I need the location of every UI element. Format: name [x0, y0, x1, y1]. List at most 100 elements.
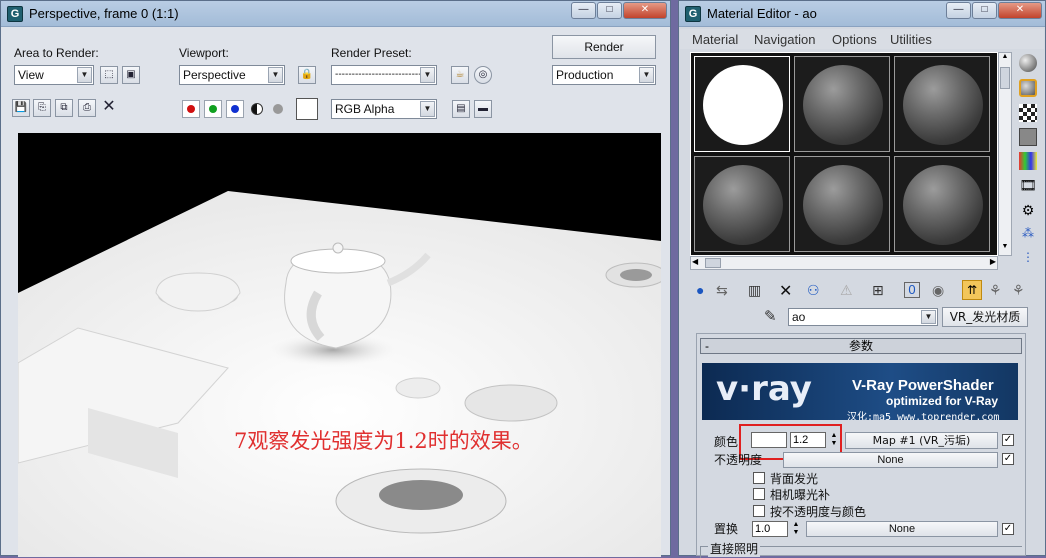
scroll-thumb[interactable] — [1000, 67, 1010, 89]
pick-material-icon[interactable]: ✎ — [764, 307, 777, 325]
render-frame-title: Perspective, frame 0 (1:1) — [29, 6, 179, 21]
render-button[interactable]: Render — [552, 35, 656, 59]
clone-icon[interactable]: ⧉ — [55, 99, 73, 117]
slots-horizontal-scrollbar[interactable]: ◀ ▶ — [690, 256, 998, 270]
blue-channel-toggle[interactable] — [226, 100, 244, 118]
options-icon[interactable]: ⚙ — [1019, 202, 1037, 220]
alpha-channel-icon[interactable] — [251, 103, 263, 115]
chevron-down-icon: ▼ — [268, 67, 283, 83]
green-channel-toggle[interactable] — [204, 100, 222, 118]
slots-vertical-scrollbar[interactable]: ▲ ▼ — [998, 52, 1012, 256]
render-frame-window: G Perspective, frame 0 (1:1) — □ ✕ Area … — [0, 0, 671, 557]
material-editor-menubar: Material Navigation Options Utilities — [680, 29, 1044, 49]
background-checker-icon[interactable] — [1019, 104, 1037, 122]
material-map-navigator-icon[interactable]: ⋮ — [1019, 250, 1037, 268]
close-button[interactable]: ✕ — [998, 2, 1042, 19]
menu-options[interactable]: Options — [832, 32, 877, 47]
material-editor-title: Material Editor - ao — [707, 6, 817, 21]
sample-slot-6[interactable] — [894, 156, 990, 252]
print-icon[interactable]: ⎙ — [78, 99, 96, 117]
viewport-label: Viewport: — [179, 46, 229, 60]
render-setup-icon[interactable]: ☕ — [451, 66, 469, 84]
color-swatch[interactable] — [296, 98, 318, 120]
sample-slot-3[interactable] — [894, 56, 990, 152]
close-button[interactable]: ✕ — [623, 2, 667, 19]
scroll-thumb[interactable] — [705, 258, 721, 268]
display-channel-select[interactable]: RGB Alpha ▼ — [331, 99, 437, 119]
make-preview-icon[interactable]: 🎞 — [1019, 177, 1037, 195]
material-editor-titlebar[interactable]: G Material Editor - ao — □ ✕ — [679, 1, 1045, 27]
assign-to-selection-icon[interactable]: ▥ — [748, 282, 761, 299]
backside-emit-checkbox[interactable] — [753, 472, 765, 484]
environment-icon[interactable]: ◎ — [474, 66, 492, 84]
displace-amount-field[interactable]: 1.0 — [752, 521, 788, 537]
sample-slot-5[interactable] — [794, 156, 890, 252]
copy-icon[interactable]: ⎘ — [33, 99, 51, 117]
reset-map-icon[interactable]: ✕ — [779, 281, 792, 301]
material-toolbar: ● ⇆ ▥ ✕ ⚇ ⚠ ⊞ 0 ◉ ⇈ ⚘ ⚘ — [692, 280, 1032, 301]
material-effects-channel-icon[interactable]: ⊞ — [872, 282, 884, 299]
put-to-library-icon[interactable]: ⚠ — [840, 282, 853, 299]
minimize-button[interactable]: — — [946, 2, 971, 19]
toggle-ui-icon[interactable]: ▬ — [474, 100, 492, 118]
backlight-icon[interactable] — [1019, 79, 1037, 97]
put-to-scene-icon[interactable]: ⇆ — [716, 282, 728, 299]
color-map-checkbox[interactable]: ✓ — [1002, 434, 1014, 446]
red-channel-toggle[interactable] — [182, 100, 200, 118]
displace-map-checkbox[interactable]: ✓ — [1002, 523, 1014, 535]
maximize-button[interactable]: □ — [597, 2, 622, 19]
toggle-ui-overlay-icon[interactable]: ▤ — [452, 100, 470, 118]
multiply-opacity-checkbox[interactable] — [753, 505, 765, 517]
scroll-right-arrow-icon[interactable]: ▶ — [990, 257, 996, 266]
scroll-down-arrow-icon[interactable]: ▼ — [999, 243, 1011, 255]
menu-material[interactable]: Material — [692, 32, 738, 47]
clear-icon[interactable]: ✕ — [100, 99, 118, 117]
minimize-button[interactable]: — — [571, 2, 596, 19]
menu-utilities[interactable]: Utilities — [890, 32, 932, 47]
go-to-parent-icon[interactable]: ⇈ — [962, 280, 982, 300]
area-to-render-select[interactable]: View ▼ — [14, 65, 94, 85]
displace-spinner[interactable]: ▲ ▼ — [791, 521, 801, 537]
edit-region-icon[interactable]: ⬚ — [100, 66, 118, 84]
opacity-map-button[interactable]: None — [783, 452, 998, 468]
scroll-left-arrow-icon[interactable]: ◀ — [692, 257, 698, 266]
sample-slot-4[interactable] — [694, 156, 790, 252]
render-preset-select[interactable]: ----------------------------- ▼ — [331, 65, 437, 85]
opacity-label: 不透明度 — [714, 453, 763, 467]
scroll-up-arrow-icon[interactable]: ▲ — [999, 53, 1011, 65]
render-preset-value: ----------------------------- — [335, 69, 432, 80]
displace-map-button[interactable]: None — [806, 521, 998, 537]
material-type-button[interactable]: VR_发光材质 — [942, 307, 1028, 327]
video-color-check-icon[interactable] — [1019, 152, 1037, 170]
hierarchy-icon[interactable]: ⚘ — [1012, 282, 1025, 299]
select-by-material-icon[interactable]: ⁂ — [1019, 226, 1037, 244]
auto-region-icon[interactable]: ▣ — [122, 66, 140, 84]
maximize-button[interactable]: □ — [972, 2, 997, 19]
vray-logo: v·ray — [716, 369, 812, 409]
show-map-icon[interactable]: 0 — [904, 282, 920, 298]
sample-uv-tiling-icon[interactable] — [1019, 128, 1037, 146]
camera-exposure-checkbox[interactable] — [753, 488, 765, 500]
render-frame-titlebar[interactable]: G Perspective, frame 0 (1:1) — □ ✕ — [1, 1, 670, 27]
opacity-map-checkbox[interactable]: ✓ — [1002, 453, 1014, 465]
production-value: Production — [556, 68, 614, 82]
production-select[interactable]: Production ▼ — [552, 65, 656, 85]
menu-navigation[interactable]: Navigation — [754, 32, 815, 47]
sample-type-icon[interactable] — [1019, 54, 1037, 72]
display-channel-value: RGB Alpha — [335, 102, 395, 116]
mono-channel-icon[interactable] — [273, 104, 283, 114]
viewport-select[interactable]: Perspective ▼ — [179, 65, 285, 85]
viewport-value: Perspective — [183, 68, 246, 82]
material-name-field[interactable]: ao ▼ — [788, 308, 938, 326]
sample-slot-2[interactable] — [794, 56, 890, 152]
show-end-result-icon[interactable]: ◉ — [932, 282, 944, 299]
color-map-button[interactable]: Map #1 (VR_污垢) — [845, 432, 998, 449]
collapse-icon: - — [705, 339, 709, 353]
save-icon[interactable]: 💾 — [12, 99, 30, 117]
sample-slot-1[interactable] — [694, 56, 790, 152]
make-unique-icon[interactable]: ⚇ — [807, 282, 820, 299]
lock-icon[interactable]: 🔒 — [298, 66, 316, 84]
get-material-icon[interactable]: ● — [696, 282, 704, 298]
parameters-rollout-header[interactable]: - 参数 — [700, 338, 1022, 354]
go-forward-sibling-icon[interactable]: ⚘ — [989, 282, 1002, 299]
